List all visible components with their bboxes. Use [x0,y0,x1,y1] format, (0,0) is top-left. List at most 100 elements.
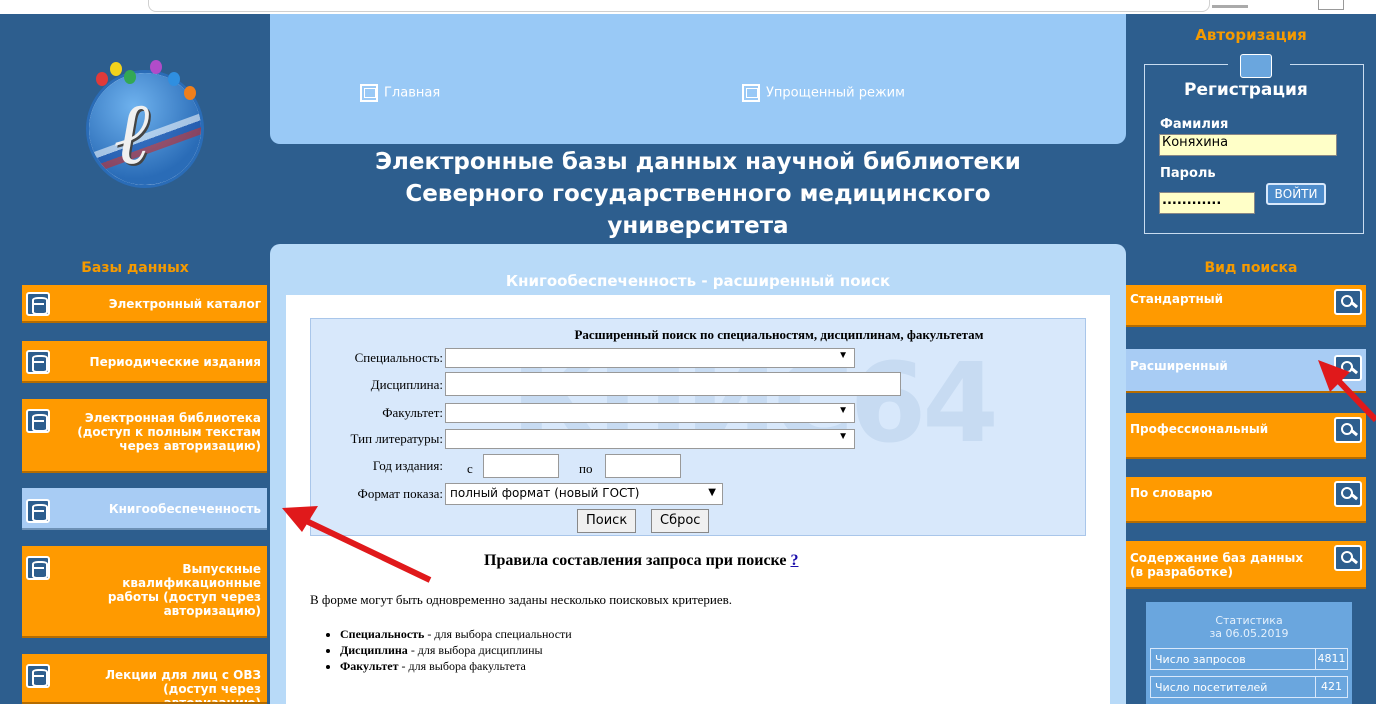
format-label: Формат показа: [357,486,443,501]
stats-date: за 06.05.2019 [1209,627,1289,640]
database-icon [26,350,50,374]
nav-item-lectures[interactable]: Лекции для лиц с ОВЗ (доступ через автор… [22,654,267,704]
balloon-icon [168,72,180,86]
format-value: полный формат (новый ГОСТ) [450,486,640,500]
nav-item-book-provision[interactable]: Книгообеспеченность [22,488,267,530]
register-link[interactable]: Регистрация [1184,80,1308,100]
rule-desc: - для выбора факультета [398,659,526,673]
main-heading: Книгообеспеченность - расширенный поиск [505,272,891,290]
database-icon [26,499,50,523]
search-type-db-contents[interactable]: Содержание баз данных (в разработке) [1126,541,1366,589]
search-type-dictionary[interactable]: По словарю [1126,477,1366,523]
discipline-label: Дисциплина: [370,377,443,392]
stats-value: 421 [1315,677,1347,697]
rule-term: Дисциплина [340,643,408,657]
search-type-extended[interactable]: Расширенный [1126,349,1366,393]
nav-item-graduation-works[interactable]: Выпускные квалификационные работы (досту… [22,546,267,638]
stats-row: Число запросов 4811 [1150,648,1348,670]
specialty-select[interactable]: ▼ [445,348,855,368]
minimize-icon[interactable] [1212,5,1248,8]
nav-simple-mode-label: Упрощенный режим [766,85,905,101]
nav-item-label: Электронный каталог [108,297,261,311]
dropdown-arrow-icon: ▼ [838,405,848,416]
statistics-panel: Статистика за 06.05.2019 Число запросов 4… [1146,602,1352,704]
nav-item-electronic-library[interactable]: Электронная библиотека (доступ к полным … [22,399,267,473]
discipline-input[interactable] [445,372,901,396]
balloon-icon [124,70,136,84]
logo-letter-glyph: ℓ [115,83,152,184]
balloon-icon [96,72,108,86]
rules-heading: Правила составления запроса при поиске ? [484,552,798,570]
maximize-icon[interactable] [1318,0,1344,10]
search-icon [1334,481,1362,507]
search-type-label: Расширенный [1130,359,1228,373]
rule-term: Факультет [340,659,399,673]
nav-item-electronic-catalog[interactable]: Электронный каталог [22,285,267,323]
search-type-standard[interactable]: Стандартный [1126,285,1366,327]
littype-select[interactable]: ▼ [445,429,855,449]
year-to-label: по [579,461,593,476]
stats-value: 4811 [1315,649,1347,669]
rules-list: Специальность - для выбора специальности… [340,626,572,674]
search-button[interactable]: Поиск [577,509,637,533]
browser-address-area [148,0,1210,12]
database-icon [26,664,50,688]
form-title: Расширенный поиск по специальностям, дис… [574,327,984,342]
rule-desc: - для выбора специальности [424,627,572,641]
search-icon [1334,545,1362,571]
surname-label: Фамилия [1160,117,1229,132]
format-select[interactable]: полный формат (новый ГОСТ) ▼ [445,483,723,505]
balloon-icon [150,60,162,74]
nav-simple-mode-link[interactable]: Упрощенный режим [742,84,905,102]
stats-title: Статистика [1215,614,1283,627]
surname-input[interactable]: Коняхина [1159,134,1337,156]
title-line-3: университета [607,213,789,239]
auth-heading: Авторизация [1195,26,1307,44]
nav-home-link[interactable]: Главная [360,84,440,102]
search-icon [1334,289,1362,315]
rule-term: Специальность [340,627,425,641]
nav-item-label: Периодические издания [89,355,261,369]
search-icon [1334,355,1362,381]
divider [1290,64,1364,65]
header-banner: Главная Упрощенный режим [270,14,1126,144]
year-to-input[interactable] [605,454,681,478]
title-line-2: Северного государственного медицинского [405,181,991,207]
book-icon [1240,54,1272,78]
nav-item-label: Электронная библиотека (доступ к полным … [77,411,261,453]
dropdown-arrow-icon: ▼ [838,431,848,442]
stats-label: Число посетителей [1155,681,1268,694]
stats-row: Число посетителей 421 [1150,676,1348,698]
search-type-label: Профессиональный [1130,422,1269,436]
reset-button[interactable]: Сброс [651,509,710,533]
search-type-label: Содержание баз данных (в разработке) [1130,551,1304,579]
year-from-label: с [467,461,473,476]
dropdown-arrow-icon: ▼ [708,487,716,498]
rules-help-link[interactable]: ? [790,552,798,569]
search-type-label: Стандартный [1130,292,1224,306]
password-input[interactable]: ............ [1159,192,1255,214]
login-button[interactable]: ВОЙТИ [1266,183,1326,205]
stats-heading: Статистика за 06.05.2019 [1146,614,1352,640]
balloon-icon [110,62,122,76]
dropdown-arrow-icon: ▼ [838,350,848,361]
databases-heading: Базы данных [81,260,189,276]
faculty-label: Факультет: [382,405,443,420]
window-icon [742,84,760,102]
year-label: Год издания: [372,458,443,473]
database-icon [26,409,50,433]
list-item: Дисциплина - для выбора дисциплины [340,642,572,658]
nav-item-label: Книгообеспеченность [108,502,261,516]
search-icon [1334,417,1362,443]
database-icon [26,556,50,580]
list-item: Специальность - для выбора специальности [340,626,572,642]
year-from-input[interactable] [483,454,559,478]
nav-item-periodicals[interactable]: Периодические издания [22,341,267,383]
specialty-label: Специальность: [354,350,443,365]
faculty-select[interactable]: ▼ [445,403,855,423]
nav-item-label: Лекции для лиц с ОВЗ (доступ через автор… [105,668,261,704]
nav-item-label: Выпускные квалификационные работы (досту… [107,562,261,618]
divider [1144,64,1228,65]
search-type-professional[interactable]: Профессиональный [1126,413,1366,459]
password-label: Пароль [1160,166,1216,181]
